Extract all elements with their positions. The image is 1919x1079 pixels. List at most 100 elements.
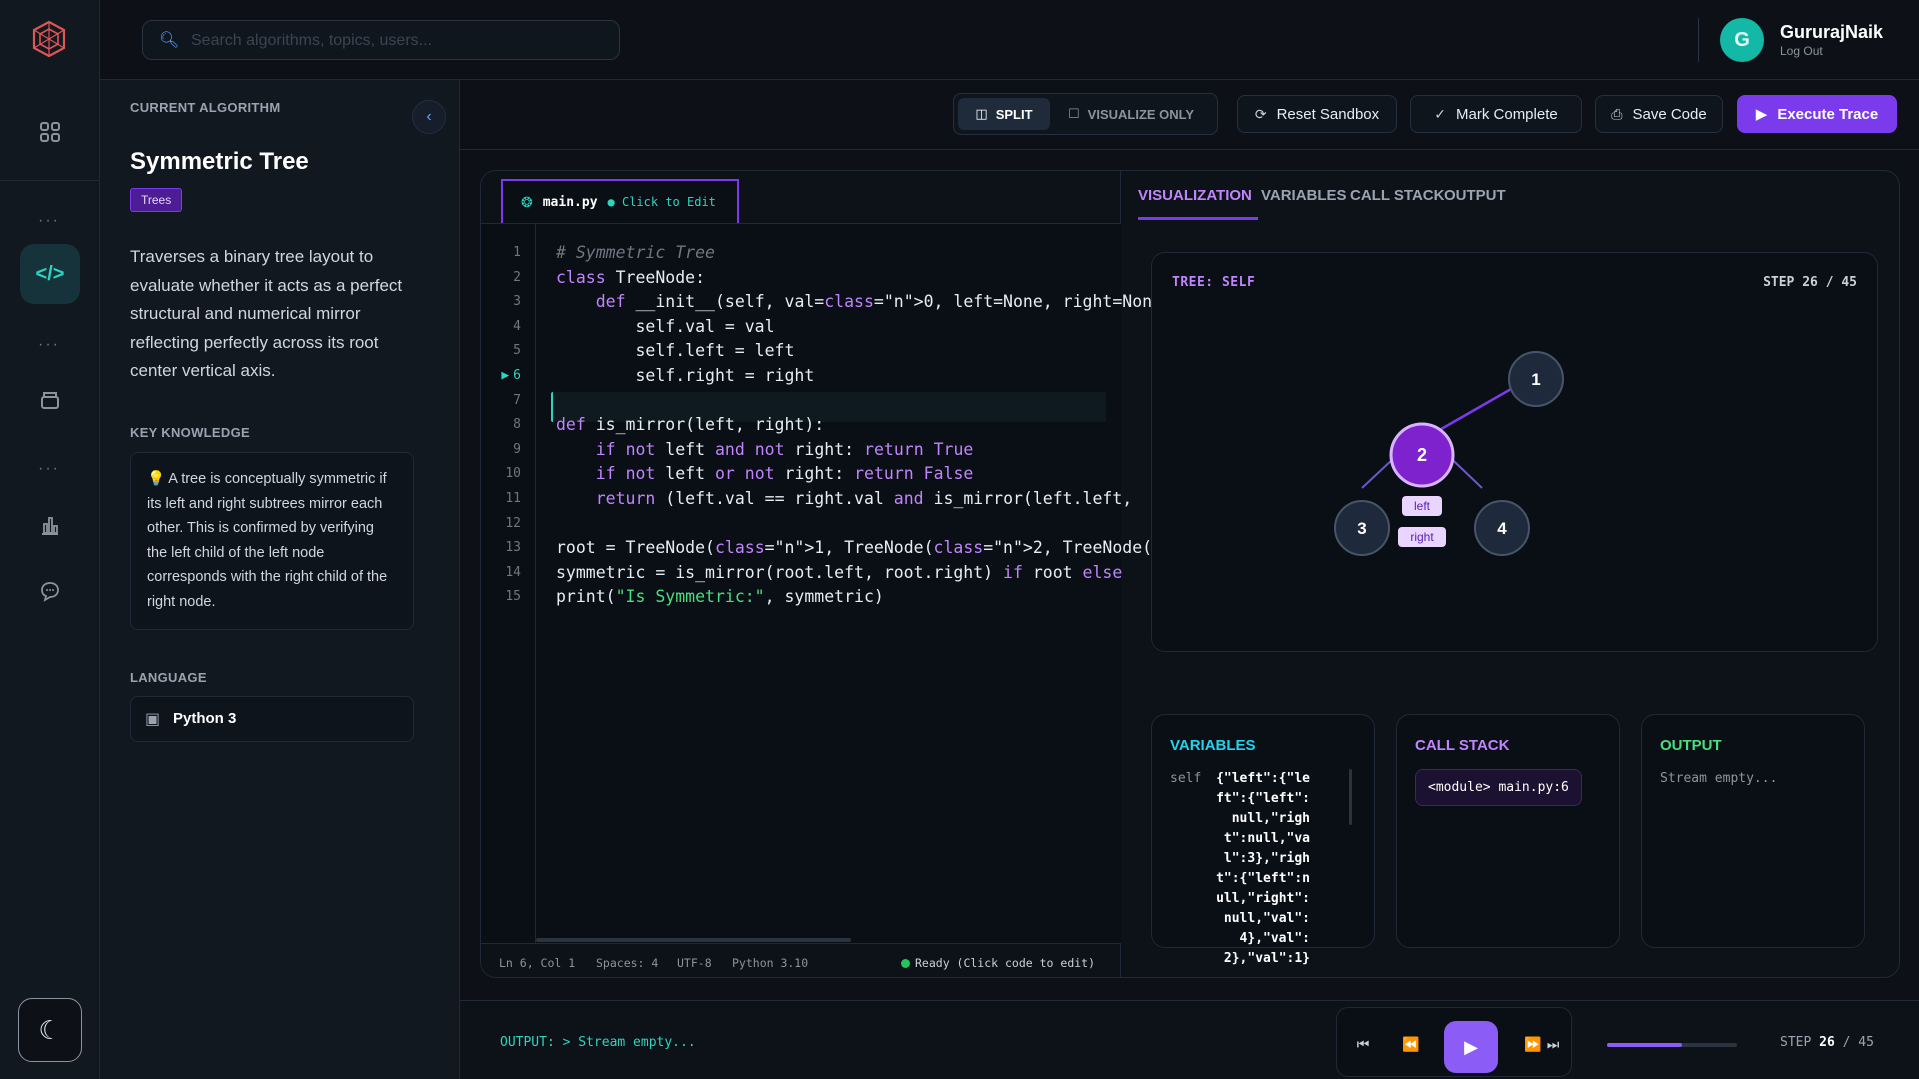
execute-trace-button[interactable]: ▶ Execute Trace xyxy=(1737,95,1897,133)
code-line[interactable]: return (left.val == right.val and is_mir… xyxy=(556,489,1132,508)
variables-scrollbar[interactable] xyxy=(1349,769,1352,825)
file-tab-main[interactable]: ❂ main.py ● Click to Edit xyxy=(501,179,739,223)
active-tab-indicator xyxy=(1138,217,1258,220)
skip-start-icon[interactable]: ⏮ xyxy=(1351,1032,1375,1056)
svg-text:2: 2 xyxy=(1417,445,1427,465)
step-progress-slider[interactable] xyxy=(1607,1043,1737,1047)
output-text: Stream empty... xyxy=(1660,771,1778,786)
more-dots-icon: ··· xyxy=(38,336,60,353)
save-code-button[interactable]: ⎙ Save Code xyxy=(1595,95,1723,133)
python-icon: ▣ xyxy=(145,711,161,728)
algorithm-panel: CURRENT ALGORITHM ‹ Symmetric Tree Trees… xyxy=(100,80,460,1079)
runtime-version: Python 3.10 xyxy=(732,956,809,970)
archive-icon[interactable] xyxy=(35,384,65,414)
code-line[interactable]: if not left or not right: return False xyxy=(556,464,974,483)
language-value: Python 3 xyxy=(173,710,237,727)
save-icon: ⎙ xyxy=(1611,105,1623,122)
code-line[interactable]: self.val = val xyxy=(556,317,774,336)
edge-label-left: left xyxy=(1402,496,1442,516)
tree-node-2[interactable]: 2 xyxy=(1389,422,1455,488)
tab-call-stack[interactable]: CALL STACK xyxy=(1350,187,1444,204)
search-input[interactable] xyxy=(191,29,601,53)
theme-toggle-moon-icon[interactable]: ☾ xyxy=(18,998,82,1062)
chat-icon[interactable] xyxy=(35,576,65,606)
algorithm-tag: Trees xyxy=(130,188,183,212)
stack-frame[interactable]: <module> main.py:6 xyxy=(1415,769,1582,806)
indent-setting: Spaces: 4 xyxy=(596,956,659,970)
line-number: 2 xyxy=(513,269,521,285)
code-line[interactable]: class TreeNode: xyxy=(556,268,705,287)
line-number: 11 xyxy=(505,491,521,506)
search-box[interactable]: 🔍︎ xyxy=(142,20,620,60)
split-view-button[interactable]: ◫ SPLIT xyxy=(958,98,1050,130)
app-logo-icon[interactable] xyxy=(30,20,68,58)
tab-visualization[interactable]: VISUALIZATION xyxy=(1138,187,1252,204)
code-editor: ❂ main.py ● Click to Edit 1 2 3 4 5 ▶ 6 7 8 9 10 11… xyxy=(481,171,1520,977)
logout-link[interactable]: Log Out xyxy=(1780,44,1823,58)
code-line[interactable]: # Symmetric Tree xyxy=(556,243,715,262)
line-number: 10 xyxy=(505,466,521,482)
avatar[interactable]: G xyxy=(1720,18,1764,62)
check-circle-icon: ✓ xyxy=(1434,105,1447,122)
line-number: 9 xyxy=(513,441,521,457)
play-button[interactable]: ▶ xyxy=(1444,1021,1498,1073)
line-number: 12 xyxy=(505,515,521,531)
language-label: LANGUAGE xyxy=(130,670,207,685)
tab-variables[interactable]: VARIABLES xyxy=(1261,187,1347,204)
reset-sandbox-button[interactable]: ⟳ Reset Sandbox xyxy=(1237,95,1397,133)
cursor-position: Ln 6, Col 1 xyxy=(499,956,576,970)
svg-text:3: 3 xyxy=(1357,519,1366,538)
visualize-only-button[interactable]: ☐ VISUALIZE ONLY xyxy=(1062,98,1212,130)
code-line[interactable]: def is_mirror(left, right): xyxy=(556,415,824,434)
split-icon: ◫ xyxy=(975,106,988,121)
user-name: GururajNaik xyxy=(1780,22,1884,42)
language-selector[interactable]: ▣ Python 3 xyxy=(130,696,414,742)
line-number: 14 xyxy=(505,564,521,580)
variable-name: self xyxy=(1170,771,1202,786)
dashboard-icon[interactable] xyxy=(35,117,65,147)
edge-label-right: right xyxy=(1398,527,1446,547)
call-stack-title: CALL STACK xyxy=(1415,737,1510,754)
svg-text:4: 4 xyxy=(1497,519,1507,538)
editor-status-bar: Ln 6, Col 1 Spaces: 4 UTF-8 Python 3.10 … xyxy=(481,943,1121,977)
rail-divider xyxy=(0,180,100,181)
code-line[interactable]: symmetric = is_mirror(root.left, root.ri… xyxy=(556,563,1122,582)
variable-value: {"left":{"left":{"left":null,"right":nul… xyxy=(1216,771,1310,966)
line-gutter: 1 2 3 4 5 ▶ 6 7 8 9 10 11 12 13 14 15 xyxy=(481,224,536,944)
play-icon: ▶ xyxy=(1755,106,1768,123)
tree-node-1[interactable]: 1 xyxy=(1508,351,1564,407)
skip-end-icon[interactable]: ⏭ xyxy=(1541,1032,1565,1056)
line-number: 3 xyxy=(513,294,521,310)
mark-complete-button[interactable]: ✓ Mark Complete xyxy=(1410,95,1582,133)
tree-visualization: 1 2 3 4 left right TREE: SELF STEP 26 / … xyxy=(1151,252,1878,652)
tree-node-4[interactable]: 4 xyxy=(1474,500,1530,556)
encoding: UTF-8 xyxy=(677,956,712,970)
user-divider xyxy=(1698,18,1699,62)
tree-node-3[interactable]: 3 xyxy=(1334,500,1390,556)
variables-title: VARIABLES xyxy=(1170,737,1256,754)
code-line[interactable]: if not left and not right: return True xyxy=(556,440,974,459)
code-line[interactable]: def __init__(self, val=class="n">0, left… xyxy=(556,292,1182,311)
current-algorithm-label: CURRENT ALGORITHM xyxy=(130,100,281,115)
collapse-panel-button[interactable]: ‹ xyxy=(412,100,446,134)
ready-status: Ready (Click code to edit) xyxy=(901,956,1095,970)
step-back-icon[interactable]: ⏪ xyxy=(1399,1032,1423,1056)
panel-tabs: VISUALIZATION VARIABLES CALL STACK OUTPU… xyxy=(1138,171,1878,223)
step-progress-fill xyxy=(1607,1043,1683,1047)
chart-icon[interactable] xyxy=(35,510,65,540)
code-line[interactable]: self.left = left xyxy=(556,341,794,360)
horizontal-scrollbar[interactable] xyxy=(536,938,851,942)
call-stack-card: CALL STACK <module> main.py:6 xyxy=(1396,714,1620,948)
svg-text:1: 1 xyxy=(1531,370,1540,389)
output-card: OUTPUT Stream empty... xyxy=(1641,714,1865,948)
line-number: 4 xyxy=(513,318,521,334)
workspace: ❂ main.py ● Click to Edit 1 2 3 4 5 ▶ 6 7 8 9 10 11… xyxy=(480,170,1900,978)
line-number: 5 xyxy=(513,343,521,359)
code-icon[interactable]: </> xyxy=(20,244,80,304)
key-knowledge-text: A tree is conceptually symmetric if its … xyxy=(147,471,388,610)
code-area[interactable]: 1 2 3 4 5 ▶ 6 7 8 9 10 11 12 13 14 15 # Symmetric Tree c… xyxy=(481,223,1520,944)
code-line[interactable]: print("Is Symmetric:", symmetric) xyxy=(556,587,884,606)
code-line[interactable]: self.right = right xyxy=(556,366,814,385)
tree-diagram: 1 2 3 4 left right xyxy=(1334,351,1564,556)
tab-output[interactable]: OUTPUT xyxy=(1444,187,1506,204)
